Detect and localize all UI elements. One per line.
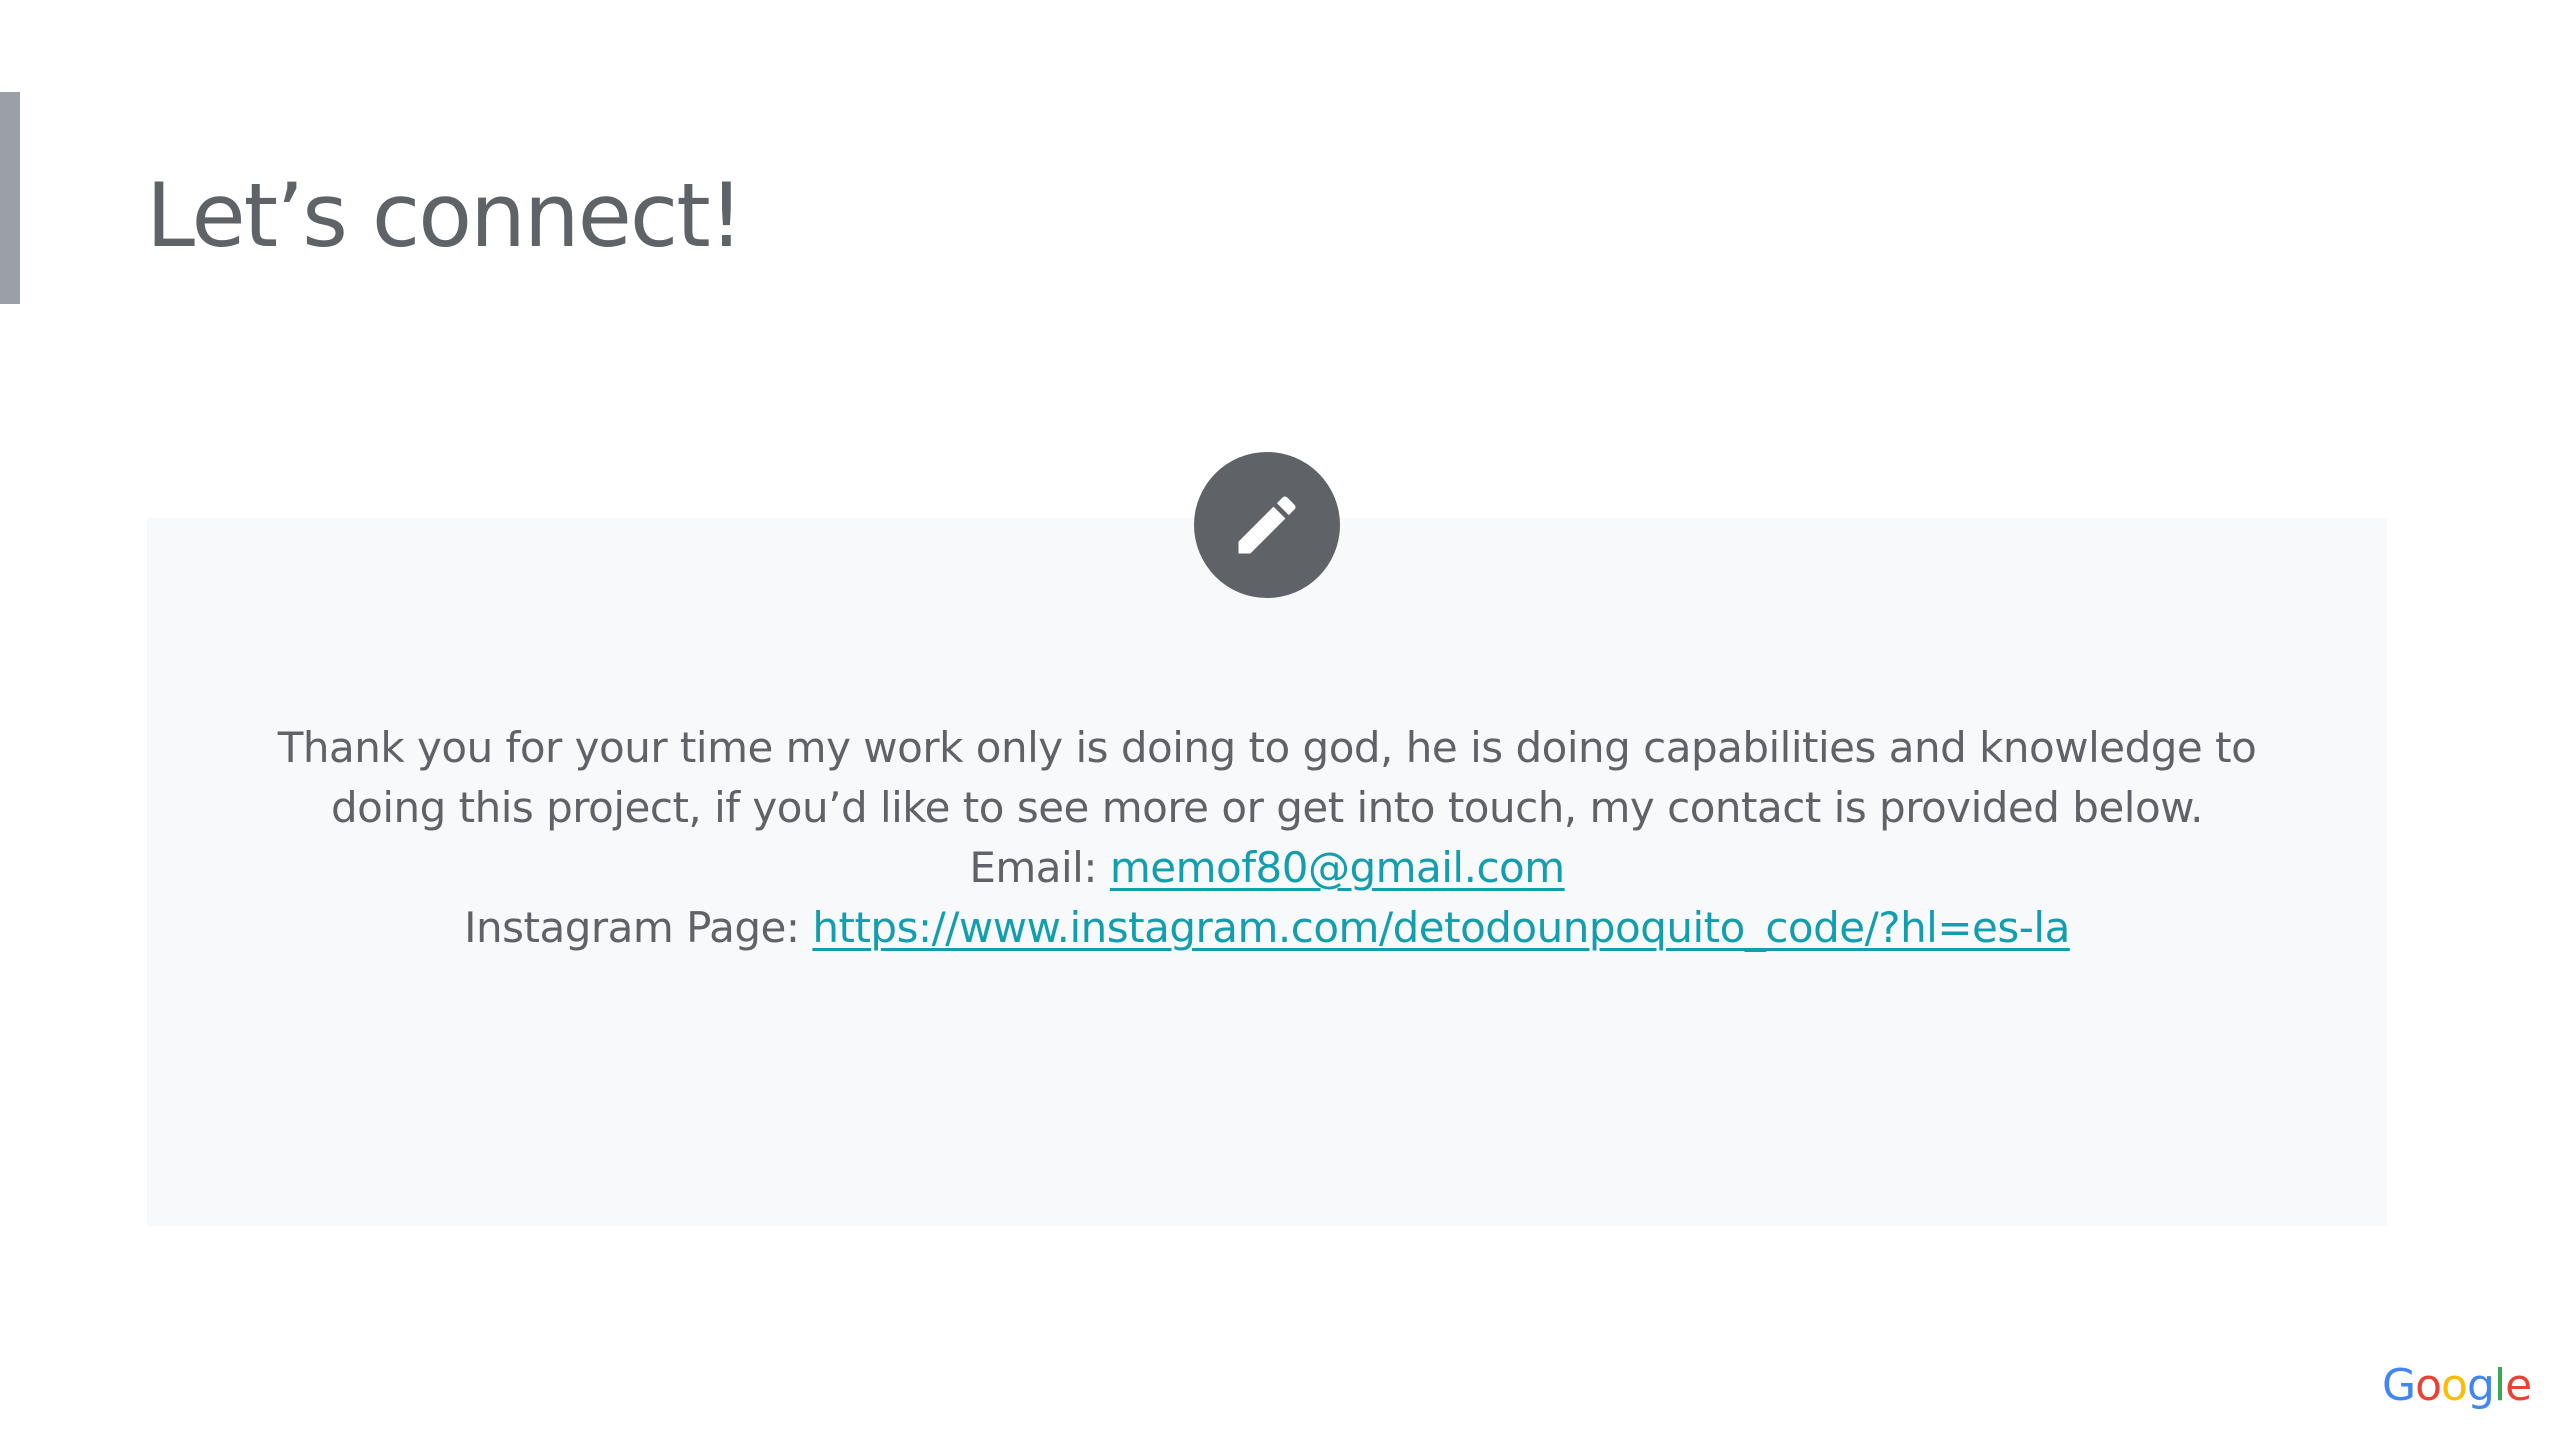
slide-title: Let’s connect! (146, 164, 744, 267)
title-accent-bar (0, 92, 20, 304)
email-label: Email: (969, 843, 1110, 892)
google-logo-letter: o (2441, 1360, 2468, 1411)
instagram-line: Instagram Page: https://www.instagram.co… (147, 898, 2387, 958)
contact-text: Thank you for your time my work only is … (147, 718, 2387, 958)
instagram-label: Instagram Page: (464, 903, 813, 952)
google-logo-letter: e (2505, 1360, 2532, 1411)
email-line: Email: memof80@gmail.com (147, 838, 2387, 898)
slide: Let’s connect! Thank you for your time m… (0, 0, 2550, 1438)
body-line-1: Thank you for your time my work only is … (277, 723, 2257, 772)
email-link[interactable]: memof80@gmail.com (1110, 843, 1565, 892)
google-logo: Google (2382, 1360, 2532, 1411)
body-line-2: doing this project, if you’d like to see… (331, 783, 2204, 832)
google-logo-letter: g (2466, 1360, 2495, 1411)
instagram-link[interactable]: https://www.instagram.com/detodounpoquit… (812, 903, 2070, 952)
google-logo-letter: G (2382, 1360, 2416, 1411)
google-logo-letter: l (2493, 1360, 2506, 1411)
pencil-icon (1194, 452, 1340, 598)
google-logo-letter: o (2415, 1360, 2442, 1411)
